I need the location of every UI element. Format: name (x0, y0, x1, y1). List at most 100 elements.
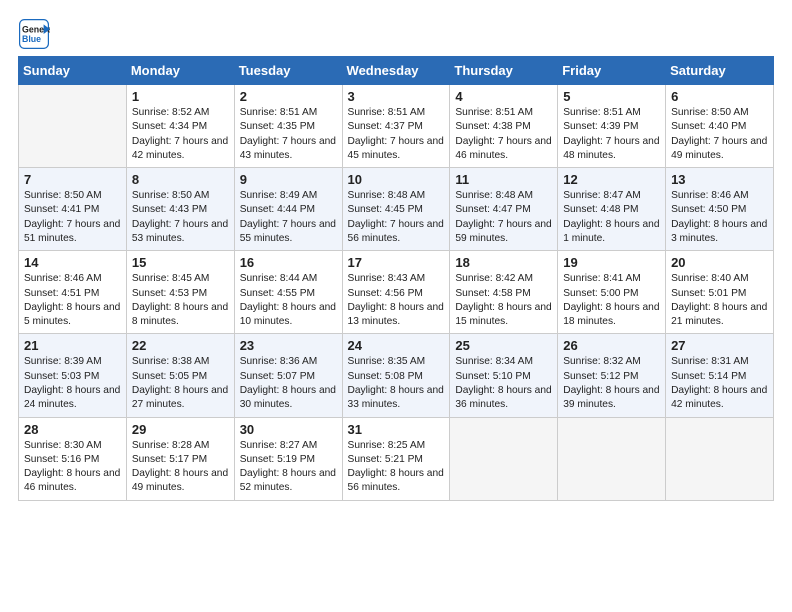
sunset: Sunset: 4:56 PM (348, 288, 423, 299)
sunrise: Sunrise: 8:40 AM (671, 273, 749, 284)
daylight: Daylight: 8 hours and 3 minutes. (671, 219, 767, 244)
day-number: 24 (348, 338, 445, 353)
sunrise: Sunrise: 8:39 AM (24, 356, 102, 367)
day-cell: 28Sunrise: 8:30 AMSunset: 5:16 PMDayligh… (19, 417, 127, 500)
day-info: Sunrise: 8:51 AM Sunset: 4:38 PM Daylight:… (455, 106, 552, 163)
day-info: Sunrise: 8:49 AM Sunset: 4:44 PM Daylight:… (240, 189, 337, 246)
sunrise: Sunrise: 8:34 AM (455, 356, 533, 367)
day-info: Sunrise: 8:32 AMSunset: 5:12 PMDaylight:… (563, 355, 660, 412)
day-info: Sunrise: 8:45 AMSunset: 4:53 PMDaylight:… (132, 272, 229, 329)
page: General Blue SundayMondayTuesdayWednesda… (0, 0, 792, 612)
day-cell: 12Sunrise: 8:47 AMSunset: 4:48 PMDayligh… (558, 168, 666, 251)
day-info: Sunrise: 8:34 AMSunset: 5:10 PMDaylight:… (455, 355, 552, 412)
day-info: Sunrise: 8:52 AMSunset: 4:34 PMDaylight:… (132, 106, 229, 163)
sunset: Sunset: 4:43 PM (132, 204, 207, 215)
daylight: Daylight: 8 hours and 46 minutes. (24, 468, 120, 493)
sunset: Sunset: 5:03 PM (24, 371, 99, 382)
sunrise: Sunrise: 8:50 AM (671, 107, 749, 118)
day-cell: 11Sunrise: 8:48 AMSunset: 4:47 PMDayligh… (450, 168, 558, 251)
sunrise: Sunrise: 8:51 AM (240, 107, 318, 118)
daylight: Daylight: 8 hours and 33 minutes. (348, 385, 444, 410)
sunrise: Sunrise: 8:49 AM (240, 190, 318, 201)
daylight: Daylight: 7 hours and 59 minutes. (455, 219, 551, 244)
sunset: Sunset: 5:01 PM (671, 288, 746, 299)
sunrise: Sunrise: 8:52 AM (132, 107, 210, 118)
day-cell: 10Sunrise: 8:48 AMSunset: 4:45 PMDayligh… (342, 168, 450, 251)
sunrise: Sunrise: 8:44 AM (240, 273, 318, 284)
col-header-saturday: Saturday (666, 57, 774, 85)
day-cell: 30Sunrise: 8:27 AMSunset: 5:19 PMDayligh… (234, 417, 342, 500)
sunrise: Sunrise: 8:28 AM (132, 440, 210, 451)
day-number: 20 (671, 255, 768, 270)
daylight: Daylight: 8 hours and 10 minutes. (240, 302, 336, 327)
day-number: 9 (240, 172, 337, 187)
col-header-thursday: Thursday (450, 57, 558, 85)
sunrise: Sunrise: 8:38 AM (132, 356, 210, 367)
day-number: 11 (455, 172, 552, 187)
sunrise: Sunrise: 8:46 AM (671, 190, 749, 201)
day-cell: 17Sunrise: 8:43 AMSunset: 4:56 PMDayligh… (342, 251, 450, 334)
day-cell: 3Sunrise: 8:51 AMSunset: 4:37 PMDaylight… (342, 85, 450, 168)
sunset: Sunset: 4:45 PM (348, 204, 423, 215)
day-cell: 20Sunrise: 8:40 AMSunset: 5:01 PMDayligh… (666, 251, 774, 334)
day-number: 28 (24, 422, 121, 437)
sunset: Sunset: 5:08 PM (348, 371, 423, 382)
week-row-2: 7 Sunrise: 8:50 AMSunset: 4:41 PMDaylight… (19, 168, 774, 251)
day-number: 17 (348, 255, 445, 270)
day-number: 15 (132, 255, 229, 270)
day-info: Sunrise: 8:51 AMSunset: 4:39 PMDaylight:… (563, 106, 660, 163)
day-info: Sunrise: 8:48 AMSunset: 4:45 PMDaylight:… (348, 189, 445, 246)
sunrise: Sunrise: 8:42 AM (455, 273, 533, 284)
day-number: 6 (671, 89, 768, 104)
daylight: Daylight: 7 hours and 53 minutes. (132, 219, 228, 244)
daylight: Daylight: 8 hours and 8 minutes. (132, 302, 228, 327)
sunset: Sunset: 4:39 PM (563, 121, 638, 132)
day-info: Sunrise: 8:35 AM Sunset: 5:08 PM Daylight:… (348, 355, 445, 412)
day-number: 16 (240, 255, 337, 270)
daylight: Daylight: 8 hours and 56 minutes. (348, 468, 444, 493)
sunset: Sunset: 4:44 PM (240, 204, 315, 215)
sunset: Sunset: 5:16 PM (24, 454, 99, 465)
calendar-table: SundayMondayTuesdayWednesdayThursdayFrid… (18, 56, 774, 501)
daylight: Daylight: 8 hours and 13 minutes. (348, 302, 444, 327)
day-cell: 5 Sunrise: 8:51 AMSunset: 4:39 PMDaylight… (558, 85, 666, 168)
day-number: 5 (563, 89, 660, 104)
day-info: Sunrise: 8:38 AMSunset: 5:05 PMDaylight:… (132, 355, 229, 412)
day-number: 7 (24, 172, 121, 187)
daylight: Daylight: 8 hours and 15 minutes. (455, 302, 551, 327)
daylight: Daylight: 7 hours and 56 minutes. (348, 219, 444, 244)
day-cell: 9 Sunrise: 8:49 AM Sunset: 4:44 PM Daylight… (234, 168, 342, 251)
sunrise: Sunrise: 8:46 AM (24, 273, 102, 284)
sunset: Sunset: 4:38 PM (455, 121, 530, 132)
day-number: 25 (455, 338, 552, 353)
daylight: Daylight: 7 hours and 48 minutes. (563, 136, 659, 161)
sunset: Sunset: 5:19 PM (240, 454, 315, 465)
day-info: Sunrise: 8:50 AMSunset: 4:41 PMDaylight:… (24, 189, 121, 246)
sunset: Sunset: 5:17 PM (132, 454, 207, 465)
sunset: Sunset: 5:21 PM (348, 454, 423, 465)
header: General Blue (18, 18, 774, 50)
day-info: Sunrise: 8:36 AMSunset: 5:07 PMDaylight:… (240, 355, 337, 412)
sunset: Sunset: 5:12 PM (563, 371, 638, 382)
day-number: 4 (455, 89, 552, 104)
day-cell: 18 Sunrise: 8:42 AM Sunset: 4:58 PM Dayligh… (450, 251, 558, 334)
day-info: Sunrise: 8:39 AMSunset: 5:03 PMDaylight:… (24, 355, 121, 412)
day-info: Sunrise: 8:31 AMSunset: 5:14 PMDaylight:… (671, 355, 768, 412)
sunset: Sunset: 4:35 PM (240, 121, 315, 132)
day-cell: 4 Sunrise: 8:51 AM Sunset: 4:38 PM Daylight… (450, 85, 558, 168)
day-number: 8 (132, 172, 229, 187)
sunset: Sunset: 4:58 PM (455, 288, 530, 299)
day-number: 12 (563, 172, 660, 187)
sunset: Sunset: 4:41 PM (24, 204, 99, 215)
col-header-sunday: Sunday (19, 57, 127, 85)
day-number: 1 (132, 89, 229, 104)
day-number: 18 (455, 255, 552, 270)
daylight: Daylight: 8 hours and 5 minutes. (24, 302, 120, 327)
day-number: 13 (671, 172, 768, 187)
daylight: Daylight: 7 hours and 46 minutes. (455, 136, 551, 161)
sunrise: Sunrise: 8:51 AM (455, 107, 533, 118)
daylight: Daylight: 8 hours and 27 minutes. (132, 385, 228, 410)
sunset: Sunset: 4:47 PM (455, 204, 530, 215)
sunrise: Sunrise: 8:35 AM (348, 356, 426, 367)
daylight: Daylight: 7 hours and 55 minutes. (240, 219, 336, 244)
